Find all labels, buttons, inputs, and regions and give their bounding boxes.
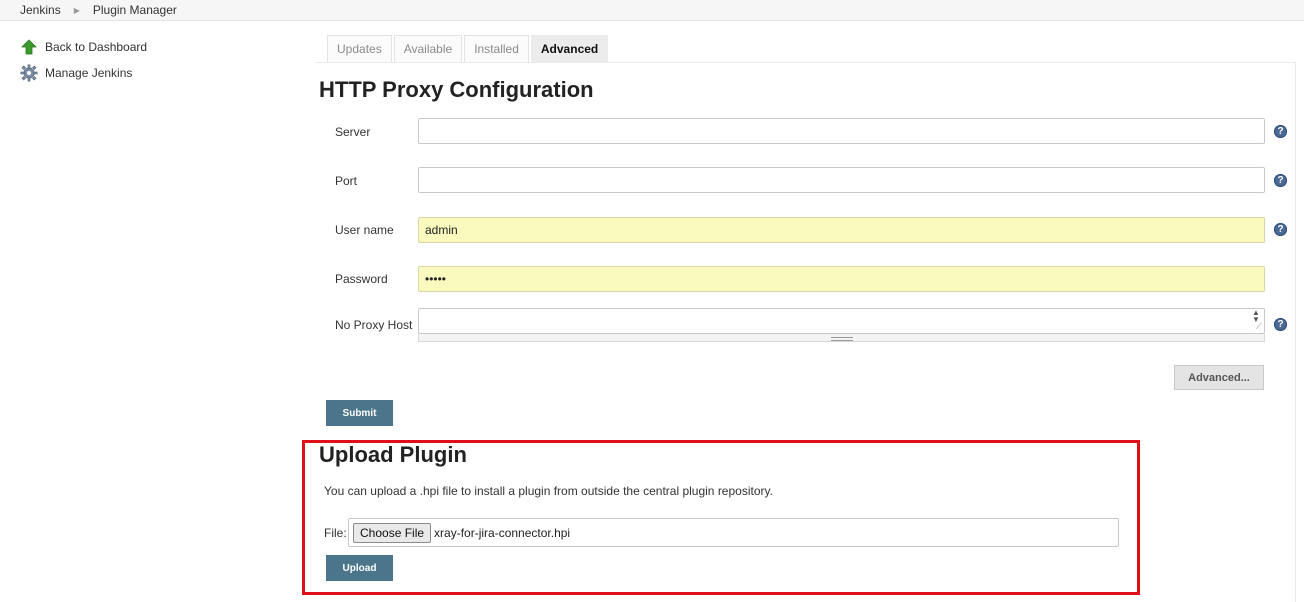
manage-jenkins-link[interactable]: Manage Jenkins <box>20 62 147 84</box>
username-input[interactable] <box>418 217 1265 243</box>
password-input[interactable] <box>418 266 1265 292</box>
breadcrumb-jenkins[interactable]: Jenkins <box>20 3 61 17</box>
username-label: User name <box>335 223 394 237</box>
plugin-manager-tabs: Updates Available Installed Advanced <box>327 35 610 62</box>
proxy-section-title: HTTP Proxy Configuration <box>319 77 594 102</box>
textarea-expand-handle[interactable] <box>418 334 1265 342</box>
upload-description: You can upload a .hpi file to install a … <box>324 484 773 498</box>
no-proxy-host-help-icon[interactable]: ? <box>1274 318 1287 331</box>
tab-available[interactable]: Available <box>393 35 463 62</box>
manage-jenkins-label: Manage Jenkins <box>45 66 133 80</box>
selected-file-name: xray-for-jira-connector.hpi <box>434 525 571 540</box>
upload-button[interactable]: Upload <box>326 555 393 581</box>
tab-updates[interactable]: Updates <box>327 35 392 62</box>
choose-file-button[interactable]: Choose File <box>353 522 432 543</box>
gear-icon <box>20 64 38 82</box>
breadcrumb-separator-icon: ▶ <box>73 5 80 15</box>
port-label: Port <box>335 174 358 188</box>
no-proxy-host-textarea[interactable]: ▲ ▼ ⟋ <box>418 308 1265 334</box>
back-to-dashboard-label: Back to Dashboard <box>45 40 148 54</box>
up-arrow-icon <box>20 38 38 56</box>
server-help-icon[interactable]: ? <box>1274 125 1287 138</box>
resize-handle-icon[interactable]: ⟋ <box>1256 321 1262 332</box>
grip-icon <box>831 337 853 341</box>
breadcrumb: Jenkins ▶ Plugin Manager <box>0 0 1304 21</box>
back-to-dashboard-link[interactable]: Back to Dashboard <box>20 36 147 58</box>
submit-button[interactable]: Submit <box>326 400 393 426</box>
breadcrumb-plugin-manager[interactable]: Plugin Manager <box>93 3 177 17</box>
server-label: Server <box>335 125 371 139</box>
file-input[interactable]: Choose File xray-for-jira-connector.hpi <box>348 518 1119 547</box>
upload-section-title: Upload Plugin <box>319 442 467 467</box>
port-input[interactable] <box>418 167 1265 193</box>
advanced-button[interactable]: Advanced... <box>1174 365 1264 390</box>
sidebar: Back to Dashboard Manage Jenkins <box>20 36 147 88</box>
port-help-icon[interactable]: ? <box>1274 174 1287 187</box>
no-proxy-host-label: No Proxy Host <box>335 318 413 332</box>
password-label: Password <box>335 272 388 286</box>
server-input[interactable] <box>418 118 1265 144</box>
username-help-icon[interactable]: ? <box>1274 223 1287 236</box>
file-label: File: <box>324 526 347 540</box>
tab-advanced[interactable]: Advanced <box>530 35 609 62</box>
tab-installed[interactable]: Installed <box>464 35 529 62</box>
